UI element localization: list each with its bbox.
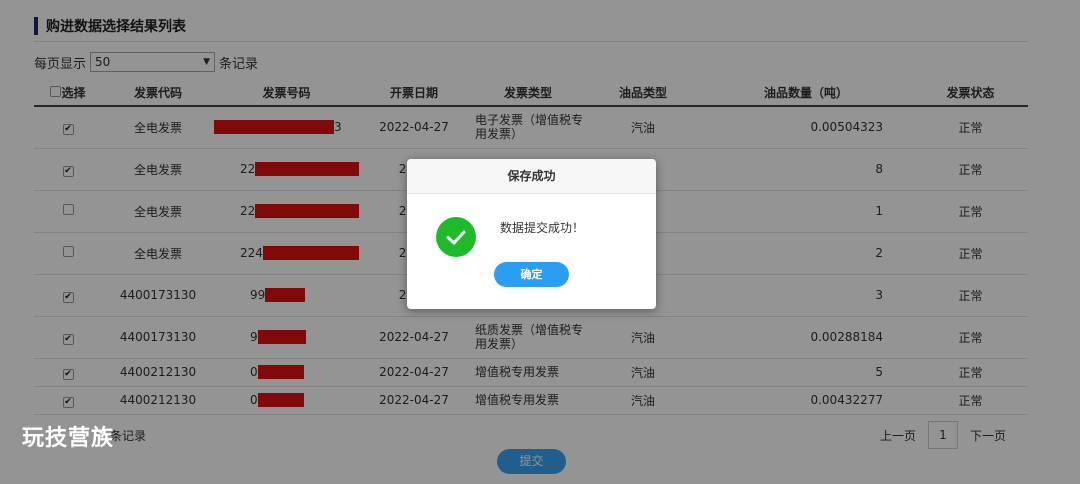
save-success-dialog: 保存成功 数据提交成功！ 确定 bbox=[407, 159, 656, 309]
dialog-title: 保存成功 bbox=[407, 159, 656, 194]
page: 购进数据选择结果列表 每页显示 50 ▼ 条记录 选择 发票代码 发票号码 开票… bbox=[0, 0, 1080, 484]
confirm-button[interactable]: 确定 bbox=[494, 262, 569, 287]
watermark-text: 玩技营族 bbox=[22, 426, 115, 451]
dialog-message: 数据提交成功！ bbox=[500, 221, 585, 235]
success-check-icon bbox=[436, 217, 476, 257]
